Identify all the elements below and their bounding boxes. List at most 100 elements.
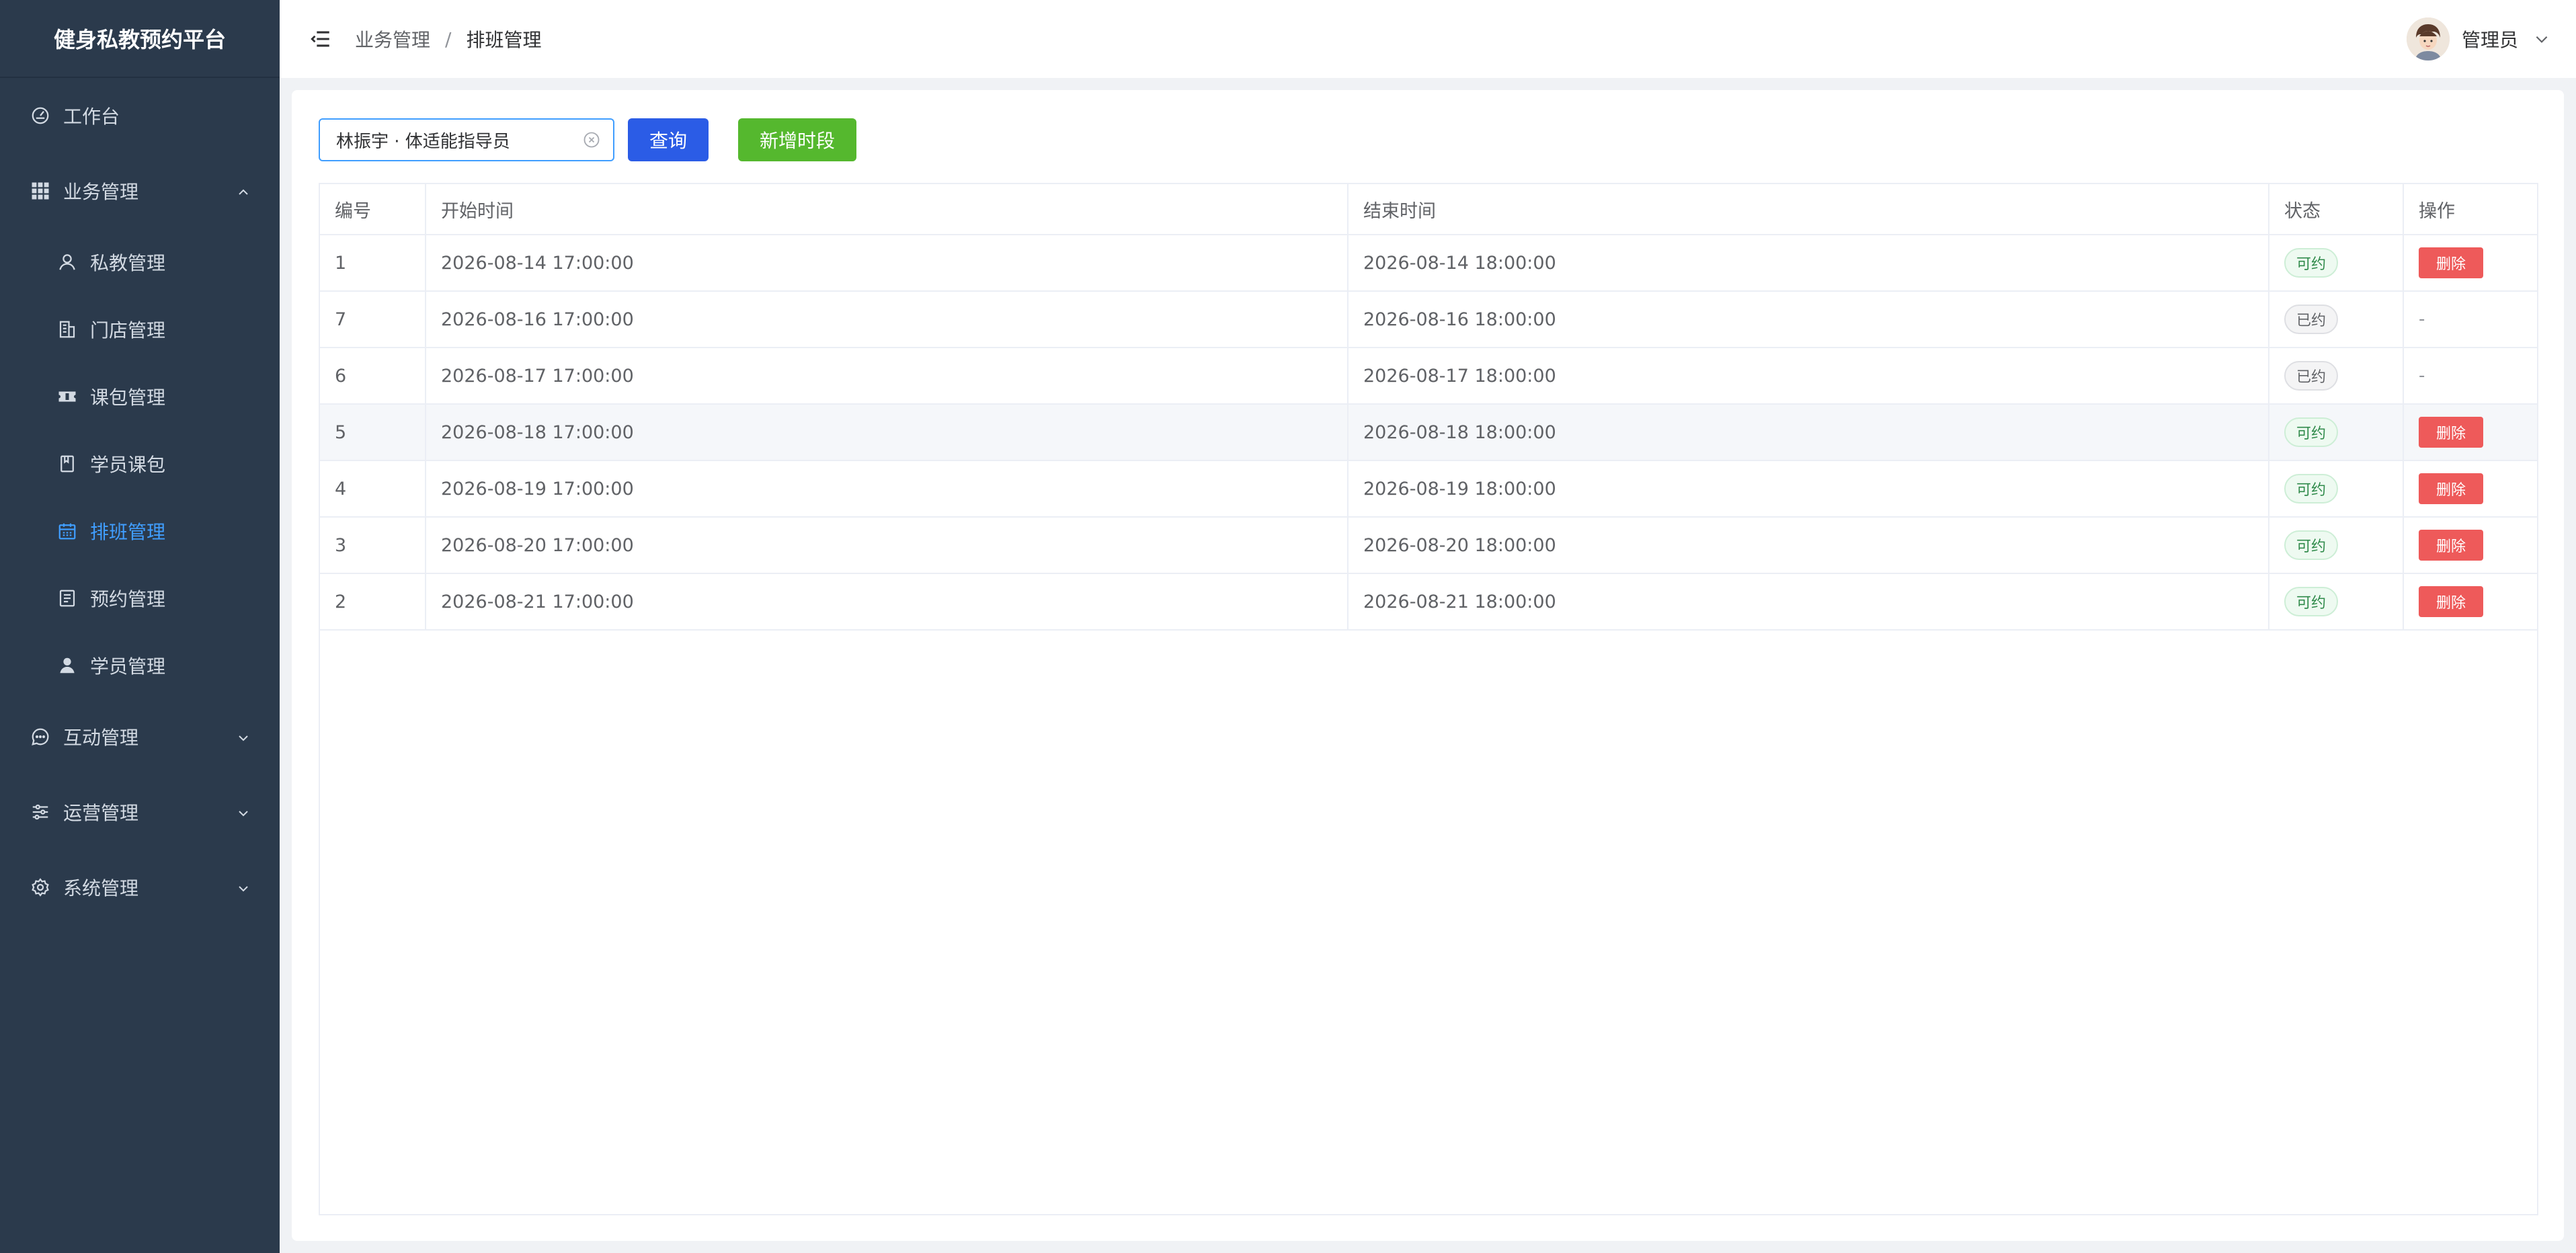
sidebar-item-label: 学员管理: [90, 655, 166, 678]
cell-end-time: 2026-08-16 18:00:00: [1349, 292, 2269, 347]
sidebar-item-coaches[interactable]: 私教管理: [0, 229, 280, 296]
delete-button[interactable]: 删除: [2419, 473, 2483, 504]
coach-select[interactable]: [319, 118, 614, 161]
schedule-table: 编号 开始时间 结束时间 状态 操作 1 2026-08-14 17:00:00…: [319, 183, 2538, 1215]
cell-start-time: 2026-08-20 17:00:00: [426, 518, 1349, 573]
cell-actions: -: [2404, 348, 2537, 403]
cell-status: 已约: [2269, 348, 2404, 403]
sidebar-item-member-packages[interactable]: 学员课包: [0, 430, 280, 497]
column-header-status: 状态: [2269, 184, 2404, 234]
cell-start-time: 2026-08-14 17:00:00: [426, 235, 1349, 290]
cell-status: 可约: [2269, 405, 2404, 460]
top-header: 业务管理 / 排班管理 管理员: [280, 0, 2576, 78]
table-row: 1 2026-08-14 17:00:00 2026-08-14 18:00:0…: [320, 235, 2537, 292]
cell-end-time: 2026-08-17 18:00:00: [1349, 348, 2269, 403]
table-row: 7 2026-08-16 17:00:00 2026-08-16 18:00:0…: [320, 292, 2537, 348]
sidebar-item-label: 互动管理: [63, 727, 139, 749]
cell-id: 7: [320, 292, 426, 347]
sidebar-item-interaction[interactable]: 互动管理: [0, 699, 280, 774]
avatar: [2406, 17, 2450, 60]
cell-status: 可约: [2269, 518, 2404, 573]
coach-search-input[interactable]: [336, 130, 582, 150]
delete-button[interactable]: 删除: [2419, 586, 2483, 617]
gear-icon: [30, 877, 51, 898]
sidebar-item-stores[interactable]: 门店管理: [0, 296, 280, 363]
user-filled-icon: [56, 655, 78, 676]
cell-end-time: 2026-08-14 18:00:00: [1349, 235, 2269, 290]
cell-end-time: 2026-08-21 18:00:00: [1349, 574, 2269, 629]
user-menu[interactable]: 管理员: [2406, 0, 2550, 78]
cell-start-time: 2026-08-21 17:00:00: [426, 574, 1349, 629]
sidebar-item-label: 运营管理: [63, 802, 139, 824]
table-row: 4 2026-08-19 17:00:00 2026-08-19 18:00:0…: [320, 461, 2537, 518]
menu-fold-icon[interactable]: [309, 28, 332, 50]
table-row: 6 2026-08-17 17:00:00 2026-08-17 18:00:0…: [320, 348, 2537, 405]
cell-status: 已约: [2269, 292, 2404, 347]
sidebar-item-label: 课包管理: [90, 387, 166, 409]
sliders-icon: [30, 801, 51, 823]
sidebar-item-members[interactable]: 学员管理: [0, 632, 280, 699]
query-button[interactable]: 查询: [628, 118, 709, 161]
column-header-start: 开始时间: [426, 184, 1349, 234]
sidebar: 健身私教预约平台 工作台 业务管理 私教管理 门店管理 课包管理 学员课包 排班…: [0, 0, 280, 1253]
cell-id: 3: [320, 518, 426, 573]
cell-end-time: 2026-08-18 18:00:00: [1349, 405, 2269, 460]
cell-id: 6: [320, 348, 426, 403]
delete-button[interactable]: 删除: [2419, 530, 2483, 561]
sidebar-item-bookings[interactable]: 预约管理: [0, 565, 280, 632]
table-row: 5 2026-08-18 17:00:00 2026-08-18 18:00:0…: [320, 405, 2537, 461]
status-badge: 已约: [2284, 361, 2339, 391]
cell-actions: 删除: [2404, 518, 2537, 573]
sidebar-item-dashboard[interactable]: 工作台: [0, 78, 280, 153]
delete-button[interactable]: 删除: [2419, 417, 2483, 448]
add-slot-button[interactable]: 新增时段: [738, 118, 856, 161]
cell-end-time: 2026-08-19 18:00:00: [1349, 461, 2269, 516]
chevron-down-icon: [235, 804, 251, 820]
breadcrumb-current: 排班管理: [466, 29, 542, 51]
cell-actions: 删除: [2404, 405, 2537, 460]
sidebar-item-schedule[interactable]: 排班管理: [0, 497, 280, 565]
status-badge: 可约: [2284, 530, 2339, 560]
document-icon: [56, 588, 78, 609]
sidebar-item-label: 门店管理: [90, 319, 166, 341]
cell-status: 可约: [2269, 574, 2404, 629]
cell-id: 5: [320, 405, 426, 460]
sidebar-menu: 工作台 业务管理 私教管理 门店管理 课包管理 学员课包 排班管理 预约管理 学…: [0, 78, 280, 925]
app-brand: 健身私教预约平台: [0, 0, 280, 78]
column-header-id: 编号: [320, 184, 426, 234]
cell-id: 1: [320, 235, 426, 290]
chevron-down-icon: [235, 879, 251, 895]
content-panel: 查询 新增时段 编号 开始时间 结束时间 状态 操作 1 2026-08-14 …: [292, 90, 2564, 1241]
table-row: 3 2026-08-20 17:00:00 2026-08-20 18:00:0…: [320, 518, 2537, 574]
chevron-up-icon: [235, 183, 251, 199]
sidebar-item-operations[interactable]: 运营管理: [0, 774, 280, 850]
column-header-end: 结束时间: [1349, 184, 2269, 234]
sidebar-item-label: 工作台: [63, 106, 120, 128]
breadcrumb-item[interactable]: 业务管理: [355, 26, 430, 52]
sidebar-item-label: 预约管理: [90, 588, 166, 610]
cell-id: 4: [320, 461, 426, 516]
user-name: 管理员: [2461, 29, 2518, 51]
ticket-icon: [56, 386, 78, 407]
clear-icon[interactable]: [582, 130, 601, 149]
sidebar-item-system[interactable]: 系统管理: [0, 850, 280, 925]
cell-id: 2: [320, 574, 426, 629]
sidebar-item-label: 业务管理: [63, 181, 139, 203]
notebook-icon: [56, 453, 78, 475]
calendar-icon: [56, 520, 78, 542]
cell-actions: -: [2404, 292, 2537, 347]
status-badge: 已约: [2284, 305, 2339, 334]
table-header-row: 编号 开始时间 结束时间 状态 操作: [320, 184, 2537, 235]
status-badge: 可约: [2284, 587, 2339, 616]
breadcrumb-separator: /: [445, 28, 452, 50]
sidebar-item-label: 排班管理: [90, 521, 166, 543]
sidebar-item-label: 学员课包: [90, 454, 166, 476]
cell-start-time: 2026-08-19 17:00:00: [426, 461, 1349, 516]
sidebar-item-packages[interactable]: 课包管理: [0, 363, 280, 430]
toolbar: 查询 新增时段: [319, 118, 856, 161]
column-header-actions: 操作: [2419, 200, 2455, 222]
sidebar-item-label: 私教管理: [90, 252, 166, 274]
delete-button[interactable]: 删除: [2419, 247, 2483, 278]
sidebar-item-business[interactable]: 业务管理: [0, 153, 280, 229]
sidebar-item-label: 系统管理: [63, 877, 139, 899]
